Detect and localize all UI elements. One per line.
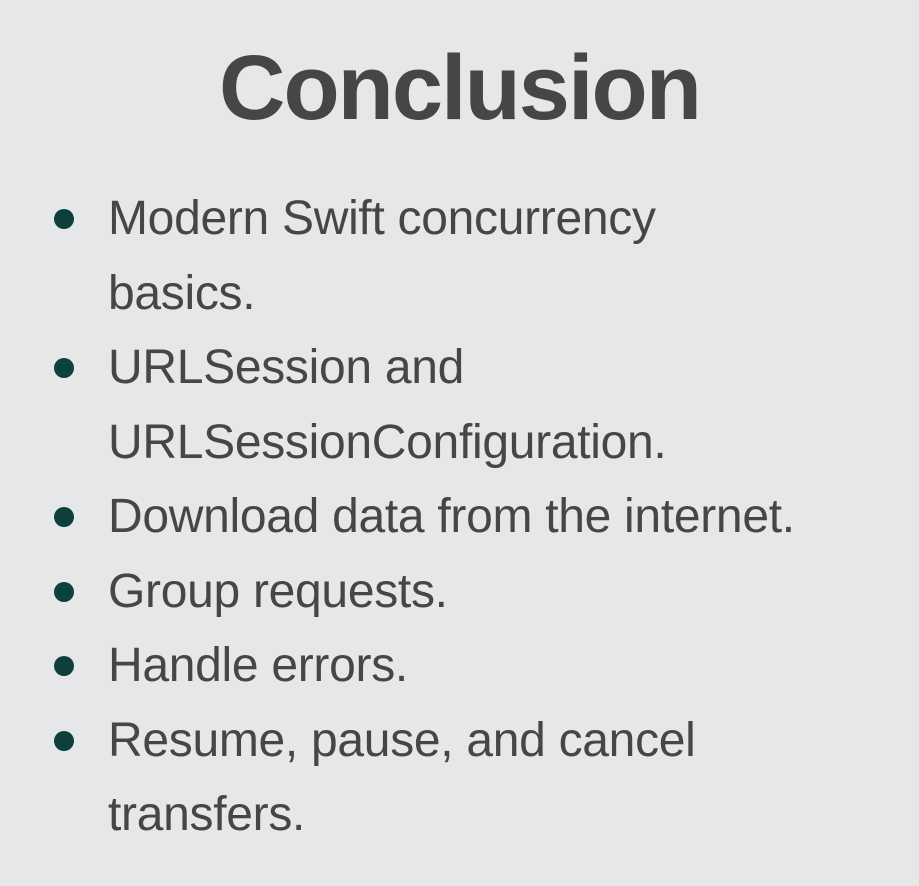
slide-title: Conclusion bbox=[219, 37, 702, 139]
bullet-text-line: URLSession and bbox=[108, 341, 465, 394]
slide: Conclusion Modern Swift concurrency basi… bbox=[0, 0, 919, 886]
bullet-dot-icon bbox=[54, 581, 74, 602]
bullet-dot-icon bbox=[54, 507, 74, 527]
bullet-text-line: Resume, pause, and cancel bbox=[108, 713, 696, 767]
bullet-item: Handle errors. bbox=[52, 629, 902, 704]
bullet-item: Download data from the internet. bbox=[52, 480, 902, 555]
bullet-dot-icon bbox=[54, 209, 74, 229]
bullet-text-line: Download data from the internet. bbox=[108, 490, 795, 543]
bullet-text-line: Handle errors. bbox=[108, 639, 408, 692]
bullet-text-line: transfers. bbox=[108, 788, 306, 841]
bullet-item: Modern Swift concurrency basics. bbox=[52, 182, 902, 331]
bullet-text-line: Modern Swift concurrency bbox=[108, 192, 656, 245]
bullet-item: Resume, pause, and cancel transfers. bbox=[52, 704, 902, 853]
bullet-text-line: Group requests. bbox=[108, 564, 448, 618]
bullet-text-line: URLSessionConfiguration. bbox=[108, 415, 667, 469]
bullet-dot-icon bbox=[54, 656, 74, 676]
bullet-list: Modern Swift concurrency basics. URLSess… bbox=[52, 182, 902, 853]
bullet-item: Group requests. bbox=[52, 555, 902, 630]
bullet-text-line: basics. bbox=[108, 266, 256, 320]
bullet-dot-icon bbox=[54, 730, 74, 751]
bullet-item: URLSession and URLSessionConfiguration. bbox=[52, 331, 902, 480]
bullet-dot-icon bbox=[54, 358, 74, 378]
